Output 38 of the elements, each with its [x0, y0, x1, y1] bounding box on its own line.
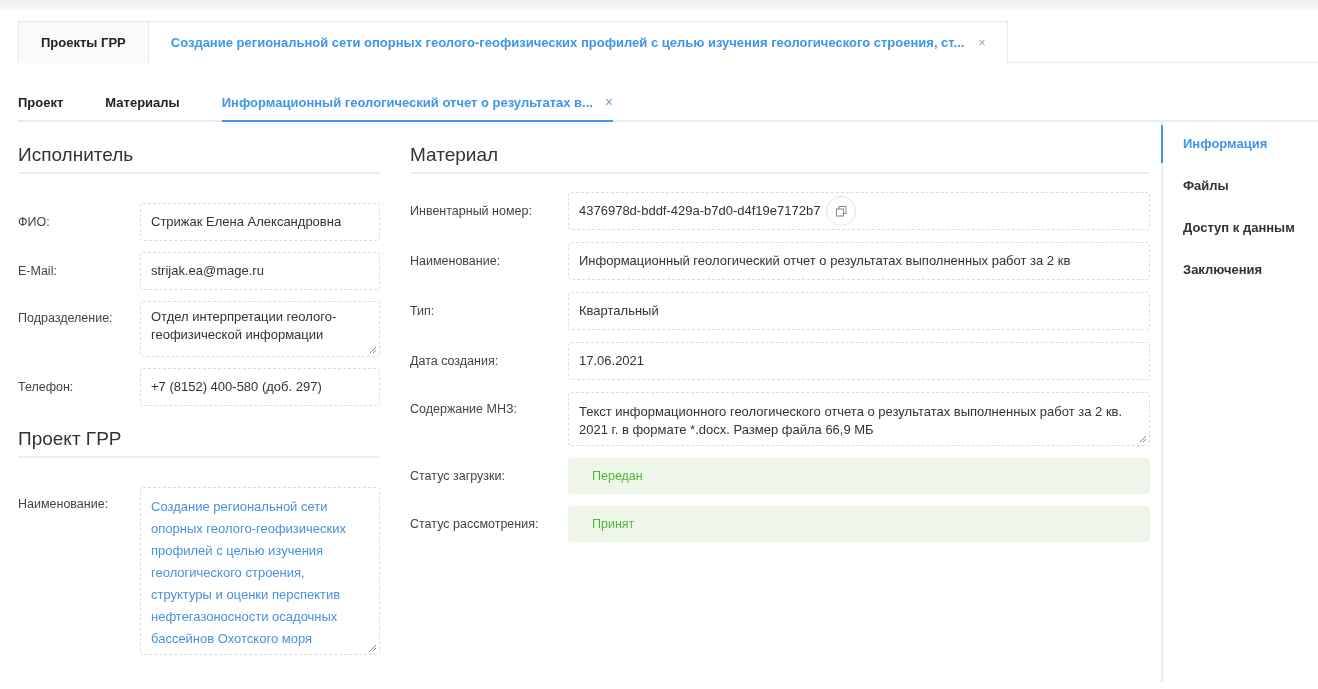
field-label: Наименование:	[410, 254, 502, 268]
field-label: Инвентарный номер:	[410, 204, 533, 218]
input-field[interactable]: Стрижак Елена Александровна	[140, 203, 380, 241]
input-field[interactable]: +7 (8152) 400-580 (доб. 297)	[140, 368, 380, 406]
section-title: Проект ГРР	[18, 406, 380, 458]
field-label: Содержание МНЗ:	[410, 401, 518, 416]
resize-grip-icon[interactable]	[1139, 435, 1147, 443]
text-area[interactable]: Текст информационного геологического отчета о результатах выполненных работ за 2 кв. 2021 г. в формате *.docx. Размер файла 66,9 МБ	[568, 392, 1150, 446]
text-area[interactable]: Отдел интерпретации геолого-геофизической информации	[140, 301, 380, 357]
input-field[interactable]: Квартальный	[568, 292, 1150, 330]
field-label: Подразделение:	[18, 310, 114, 325]
input-field[interactable]: Информационный геологический отчет о результатах выполненных работ за 2 кв	[568, 242, 1150, 280]
input-field[interactable]: 17.06.2021	[568, 342, 1150, 380]
copy-icon	[835, 205, 847, 217]
section-title: Исполнитель	[18, 122, 380, 174]
field-label: Статус рассмотрения:	[410, 517, 540, 531]
field-label: Тип:	[410, 304, 436, 318]
nav-item[interactable]: Доступ к данным	[1161, 219, 1295, 237]
status-field: Передан	[568, 458, 1150, 494]
copy-button[interactable]	[826, 196, 857, 226]
nav-item[interactable]: Заключения	[1161, 261, 1295, 279]
tab[interactable]: Проект	[18, 89, 64, 122]
field-label: Статус загрузки:	[410, 469, 506, 483]
input-field[interactable]: 4376978d-bddf-429a-b7d0-d4f19e7172b7	[568, 192, 1150, 230]
tab[interactable]: Материалы	[105, 89, 180, 122]
tab[interactable]: Проекты ГРР	[18, 21, 149, 63]
field-label: Наименование:	[18, 496, 110, 511]
section-title: Материал	[410, 122, 1150, 174]
field-label: E-Mail:	[18, 264, 58, 278]
field-label: Дата создания:	[410, 354, 500, 368]
text-area[interactable]: Создание региональной сети опорных геолого-геофизических профилей с целью изучения геологического строения, структуры и оценки перспектив нефтегазоносности осадочных бассейнов Охотского моря	[140, 487, 380, 655]
nav-item[interactable]: Файлы	[1161, 177, 1295, 195]
resize-grip-icon[interactable]	[369, 346, 377, 354]
input-field[interactable]: strijak.ea@mage.ru	[140, 252, 380, 290]
status-field: Принят	[568, 506, 1150, 542]
field-label: ФИО:	[18, 215, 51, 229]
resize-grip-icon[interactable]	[369, 644, 377, 652]
field-label: Телефон:	[18, 380, 75, 394]
